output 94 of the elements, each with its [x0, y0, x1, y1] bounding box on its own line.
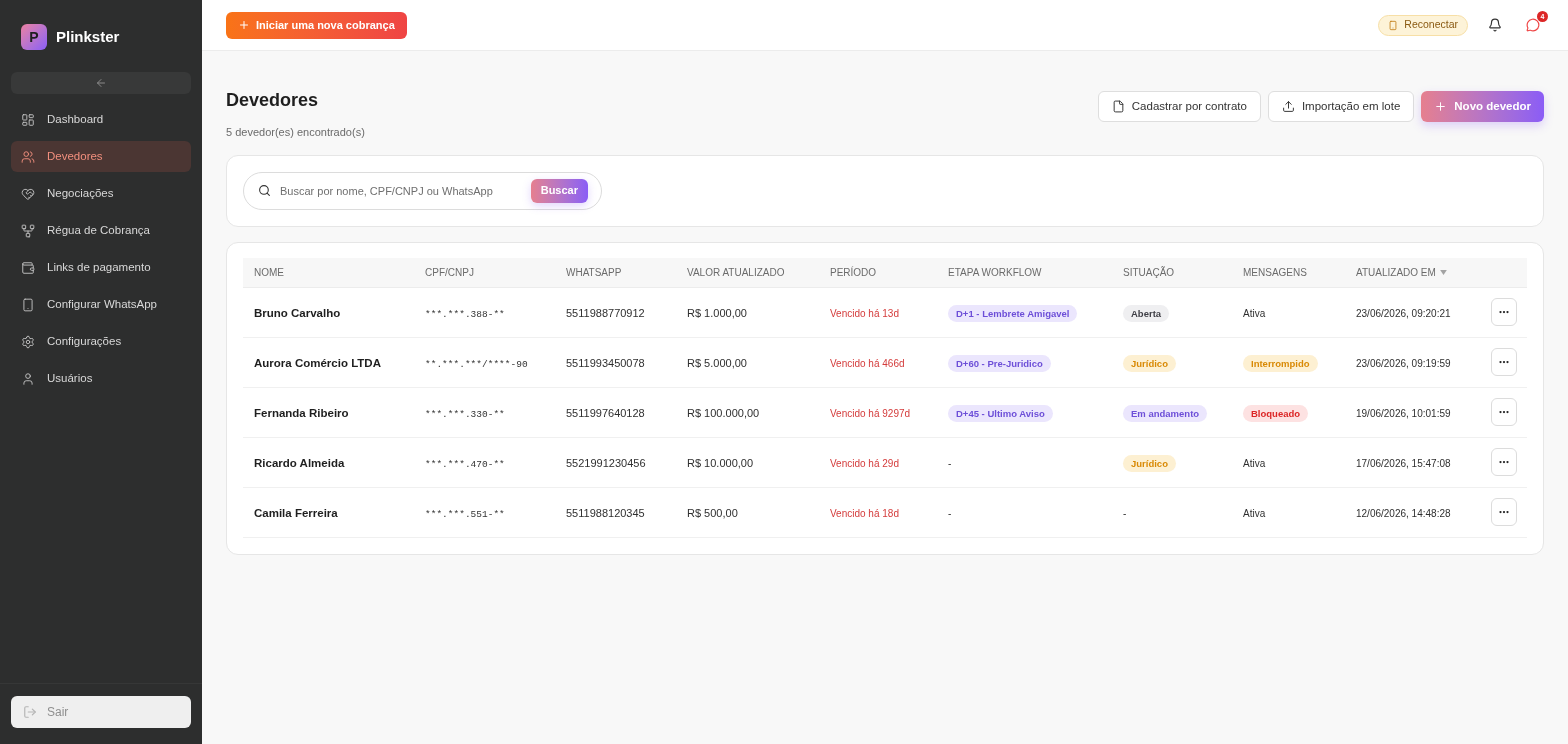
amount: R$ 500,00	[687, 507, 738, 519]
amount: R$ 1.000,00	[687, 307, 747, 319]
overdue-period: Vencido há 18d	[830, 508, 899, 519]
smartphone-icon	[1388, 19, 1399, 31]
table-cell: Ativa	[1243, 458, 1266, 469]
workflow-badge: D+1 - Lembrete Amigavel	[948, 305, 1078, 322]
reconnect-button[interactable]: Reconectar	[1378, 14, 1468, 36]
phone-number: 5521991230456	[566, 457, 646, 469]
updated-date: 17/06/2026, 15:47:08	[1356, 458, 1451, 469]
handshake-icon	[21, 186, 35, 201]
logout-icon	[23, 705, 37, 719]
phone-number: 5511997640128	[566, 407, 645, 419]
plus-icon	[238, 19, 250, 31]
page-title: Devedores	[226, 89, 320, 112]
debtor-name: Bruno Carvalho	[254, 307, 341, 319]
sidebar-item[interactable]: Configurar WhatsApp	[11, 289, 191, 320]
sidebar-item[interactable]: Configurações	[11, 326, 191, 357]
debtor-name: Ricardo Almeida	[254, 457, 345, 469]
settings-icon	[21, 334, 35, 349]
document-number: **.***.***/****-90	[425, 359, 528, 370]
upload-icon	[1281, 100, 1295, 113]
table-cell: -	[1123, 508, 1127, 519]
arrow-left-icon	[95, 77, 107, 89]
column-header: PERÍODO	[830, 265, 877, 280]
users-icon	[21, 149, 35, 164]
smartphone-icon	[21, 297, 35, 312]
phone-number: 5511993450078	[566, 357, 645, 369]
message-icon	[1526, 18, 1540, 32]
amount: R$ 10.000,00	[687, 457, 754, 469]
amount: R$ 100.000,00	[687, 407, 760, 419]
column-header: SITUAÇÃO	[1123, 265, 1175, 280]
table-cell: -	[948, 458, 952, 469]
debtor-name: Camila Ferreira	[254, 507, 338, 519]
message-status-badge: Bloqueado	[1243, 405, 1309, 422]
row-menu-button[interactable]	[1491, 298, 1517, 326]
plus-icon	[1434, 100, 1448, 113]
sidebar-item[interactable]: Devedores	[11, 141, 191, 172]
column-header: ETAPA WORKFLOW	[948, 265, 1042, 280]
column-header: VALOR ATUALIZADO	[687, 265, 785, 280]
wallet-icon	[21, 260, 35, 275]
result-count: 5 devedor(es) encontrado(s)	[226, 125, 365, 140]
dashboard-icon	[21, 112, 35, 127]
overdue-period: Vencido há 9297d	[830, 408, 911, 419]
updated-date: 23/06/2026, 09:20:21	[1356, 308, 1451, 319]
status-badge: Aberta	[1123, 305, 1170, 322]
overdue-period: Vencido há 29d	[830, 458, 899, 469]
debtor-name: Aurora Comércio LTDA	[254, 357, 381, 369]
updated-date: 12/06/2026, 14:48:28	[1356, 508, 1451, 519]
workflow-icon	[21, 223, 35, 238]
sidebar-item[interactable]: Links de pagamento	[11, 252, 191, 283]
column-header: ATUALIZADO EM	[1356, 265, 1436, 280]
row-menu-button[interactable]	[1491, 398, 1517, 426]
document-number: ***.***.551-**	[425, 509, 505, 520]
row-menu-button[interactable]	[1491, 448, 1517, 476]
row-menu-button[interactable]	[1491, 498, 1517, 526]
row-menu-button[interactable]	[1491, 348, 1517, 376]
document-number: ***.***.388-**	[425, 309, 505, 320]
sidebar-item[interactable]: Dashboard	[11, 104, 191, 135]
debtor-name: Fernanda Ribeiro	[254, 407, 349, 419]
sidebar-item[interactable]: Régua de Cobrança	[11, 215, 191, 246]
table-cell: -	[948, 508, 952, 519]
action-button[interactable]: Novo devedor	[1421, 91, 1544, 122]
table-cell: Ativa	[1243, 308, 1266, 319]
table-cell: Ativa	[1243, 508, 1266, 519]
status-badge: Em andamento	[1123, 405, 1208, 422]
updated-date: 19/06/2026, 10:01:59	[1356, 408, 1451, 419]
column-header: NOME	[254, 265, 284, 280]
message-status-badge: Interrompido	[1243, 355, 1318, 372]
action-button[interactable]: Importação em lote	[1267, 91, 1415, 122]
phone-number: 5511988120345	[566, 507, 645, 519]
column-header: WHATSAPP	[566, 265, 622, 280]
document-number: ***.***.330-**	[425, 409, 505, 420]
action-button[interactable]: Cadastrar por contrato	[1097, 91, 1261, 122]
phone-number: 5511988770912	[566, 307, 645, 319]
overdue-period: Vencido há 466d	[830, 358, 905, 369]
sidebar-item[interactable]: Usuários	[11, 363, 191, 394]
document-icon	[1111, 100, 1125, 113]
column-header: MENSAGENS	[1243, 265, 1307, 280]
workflow-badge: D+45 - Ultimo Aviso	[948, 405, 1053, 422]
updated-date: 23/06/2026, 09:19:59	[1356, 358, 1451, 369]
search-input[interactable]: Buscar por nome, CPF/CNPJ ou WhatsApp	[280, 180, 521, 201]
brand-name: Plinkster	[56, 26, 120, 47]
workflow-badge: D+60 - Pre-Juridico	[948, 355, 1051, 372]
logo-icon: P	[21, 24, 47, 50]
search-icon	[258, 184, 271, 197]
status-badge: Jurídico	[1123, 455, 1176, 472]
overdue-period: Vencido há 13d	[830, 308, 899, 319]
amount: R$ 5.000,00	[687, 357, 747, 369]
column-header: CPF/CNPJ	[425, 265, 474, 280]
bell-icon	[1488, 18, 1502, 32]
user-icon	[21, 371, 35, 386]
sidebar-item[interactable]: Negociações	[11, 178, 191, 209]
document-number: ***.***.470-**	[425, 459, 505, 470]
status-badge: Jurídico	[1123, 355, 1176, 372]
